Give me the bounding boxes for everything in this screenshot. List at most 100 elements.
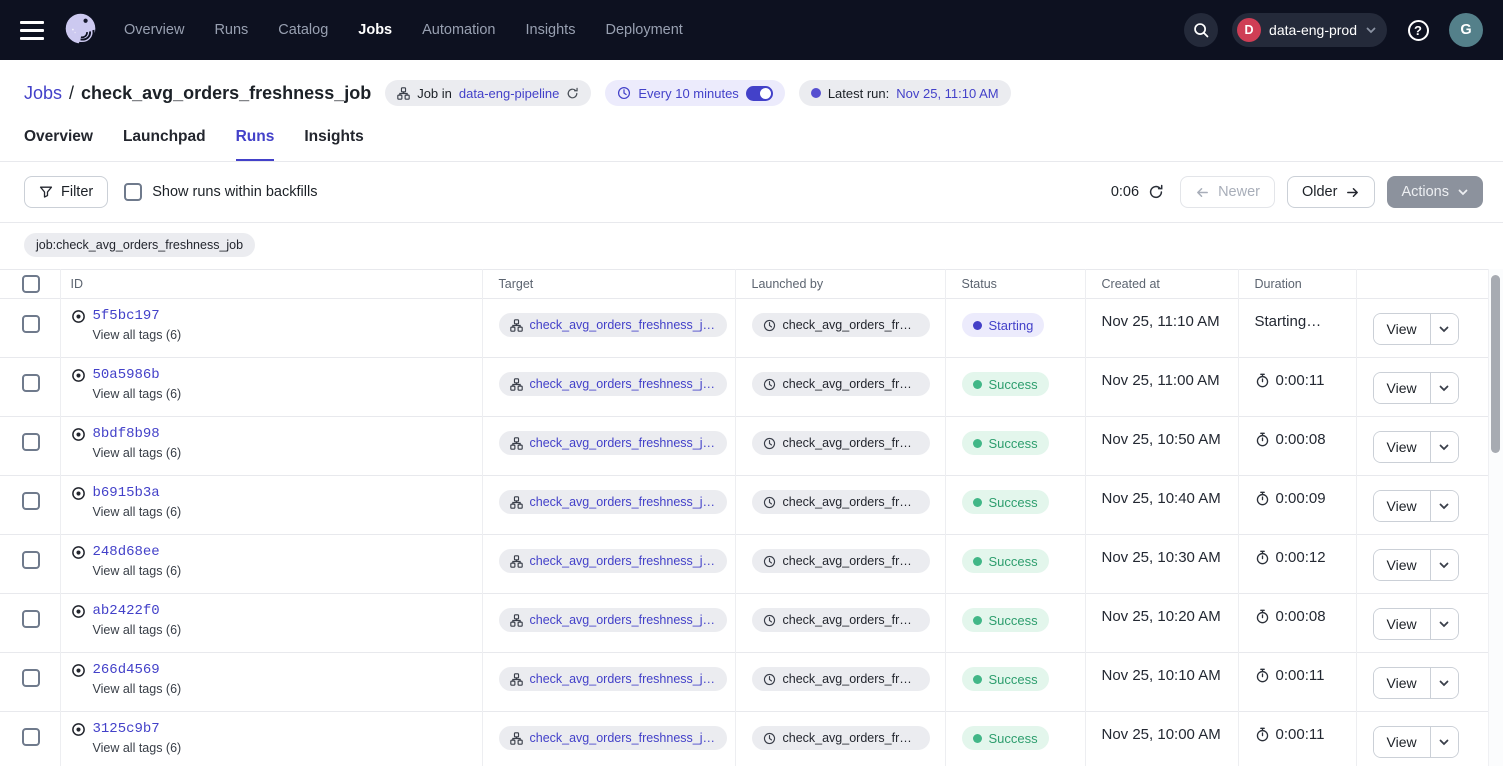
target-job-link[interactable]: check_avg_orders_freshness_job: [530, 436, 716, 450]
row-checkbox[interactable]: [22, 433, 40, 451]
view-run-button[interactable]: View: [1374, 609, 1430, 639]
runs-table-container: ID Target Launched by Status Created at …: [0, 269, 1503, 766]
column-header-duration: Duration: [1238, 270, 1356, 299]
run-id-link[interactable]: 8bdf8b98: [93, 426, 160, 442]
view-all-tags-link[interactable]: View all tags (6): [93, 446, 182, 460]
actions-button[interactable]: Actions: [1387, 176, 1483, 208]
target-job-link[interactable]: check_avg_orders_freshness_job: [530, 554, 716, 568]
view-run-button[interactable]: View: [1374, 727, 1430, 757]
view-dropdown-button[interactable]: [1430, 668, 1458, 698]
nav-item-automation[interactable]: Automation: [422, 22, 495, 38]
dagster-logo-icon[interactable]: [60, 9, 102, 51]
launched-by-pill[interactable]: check_avg_orders_freshn…: [752, 431, 930, 455]
view-run-button[interactable]: View: [1374, 668, 1430, 698]
row-checkbox[interactable]: [22, 728, 40, 746]
newer-button[interactable]: Newer: [1180, 176, 1275, 208]
view-run-button[interactable]: View: [1374, 373, 1430, 403]
target-job-link[interactable]: check_avg_orders_freshness_job: [530, 495, 716, 509]
filter-button[interactable]: Filter: [24, 176, 108, 208]
breadcrumb-jobs-link[interactable]: Jobs: [24, 83, 62, 104]
launched-by-pill[interactable]: check_avg_orders_freshn…: [752, 313, 930, 337]
status-badge: Success: [962, 490, 1049, 514]
view-run-button[interactable]: View: [1374, 314, 1430, 344]
view-dropdown-button[interactable]: [1430, 373, 1458, 403]
target-job-link[interactable]: check_avg_orders_freshness_job: [530, 318, 716, 332]
launched-by-pill[interactable]: check_avg_orders_freshn…: [752, 726, 930, 750]
view-run-button[interactable]: View: [1374, 491, 1430, 521]
view-all-tags-link[interactable]: View all tags (6): [93, 741, 182, 755]
nav-item-overview[interactable]: Overview: [124, 22, 184, 38]
help-button[interactable]: ?: [1401, 13, 1435, 47]
select-all-checkbox[interactable]: [22, 275, 40, 293]
run-id-link[interactable]: 50a5986b: [93, 367, 160, 383]
row-checkbox[interactable]: [22, 492, 40, 510]
nav-item-deployment[interactable]: Deployment: [605, 22, 682, 38]
view-dropdown-button[interactable]: [1430, 491, 1458, 521]
view-all-tags-link[interactable]: View all tags (6): [93, 564, 182, 578]
run-target-icon: [71, 486, 86, 501]
run-id-link[interactable]: 3125c9b7: [93, 721, 160, 737]
column-header-created-at: Created at: [1085, 270, 1238, 299]
launched-by-pill[interactable]: check_avg_orders_freshn…: [752, 667, 930, 691]
latest-run-link[interactable]: Nov 25, 11:10 AM: [896, 86, 998, 101]
view-run-button[interactable]: View: [1374, 550, 1430, 580]
view-all-tags-link[interactable]: View all tags (6): [93, 505, 182, 519]
view-dropdown-button[interactable]: [1430, 609, 1458, 639]
view-run-button[interactable]: View: [1374, 432, 1430, 462]
user-avatar[interactable]: G: [1449, 13, 1483, 47]
run-id-link[interactable]: 266d4569: [93, 662, 160, 678]
launched-by-pill[interactable]: check_avg_orders_freshn…: [752, 608, 930, 632]
created-at-value: Nov 25, 10:10 AM: [1102, 667, 1221, 684]
tab-insights[interactable]: Insights: [304, 128, 363, 161]
view-all-tags-link[interactable]: View all tags (6): [93, 682, 182, 696]
launched-by-pill[interactable]: check_avg_orders_freshn…: [752, 372, 930, 396]
refresh-countdown: 0:06: [1111, 184, 1164, 200]
view-dropdown-button[interactable]: [1430, 432, 1458, 462]
launched-by-pill[interactable]: check_avg_orders_freshn…: [752, 549, 930, 573]
job-filter-tag[interactable]: job:check_avg_orders_freshness_job: [24, 233, 255, 257]
target-job-link[interactable]: check_avg_orders_freshness_job: [530, 613, 716, 627]
run-id-link[interactable]: ab2422f0: [93, 603, 160, 619]
nav-item-insights[interactable]: Insights: [525, 22, 575, 38]
vertical-scrollbar[interactable]: [1488, 269, 1503, 766]
refresh-icon[interactable]: [1148, 184, 1164, 200]
created-at-value: Nov 25, 10:20 AM: [1102, 608, 1221, 625]
row-checkbox[interactable]: [22, 551, 40, 569]
search-button[interactable]: [1184, 13, 1218, 47]
menu-hamburger-icon[interactable]: [20, 21, 44, 40]
older-button[interactable]: Older: [1287, 176, 1375, 208]
view-all-tags-link[interactable]: View all tags (6): [93, 387, 182, 401]
nav-item-catalog[interactable]: Catalog: [278, 22, 328, 38]
target-job-link[interactable]: check_avg_orders_freshness_job: [530, 731, 716, 745]
tab-launchpad[interactable]: Launchpad: [123, 128, 206, 161]
target-job-link[interactable]: check_avg_orders_freshness_job: [530, 377, 716, 391]
target-job-link[interactable]: check_avg_orders_freshness_job: [530, 672, 716, 686]
run-id-link[interactable]: 248d68ee: [93, 544, 160, 560]
view-dropdown-button[interactable]: [1430, 314, 1458, 344]
target-pill: check_avg_orders_freshness_job: [499, 667, 727, 691]
status-badge: Starting: [962, 313, 1045, 337]
view-all-tags-link[interactable]: View all tags (6): [93, 623, 182, 637]
reload-icon[interactable]: [566, 87, 579, 100]
workspace-switcher[interactable]: D data-eng-prod: [1232, 13, 1387, 47]
scrollbar-thumb[interactable]: [1491, 275, 1500, 453]
run-id-link[interactable]: b6915b3a: [93, 485, 160, 501]
schedule-toggle[interactable]: [746, 86, 773, 101]
row-checkbox[interactable]: [22, 374, 40, 392]
status-badge: Success: [962, 372, 1049, 396]
latest-run-badge: Latest run: Nov 25, 11:10 AM: [799, 80, 1011, 106]
pipeline-link[interactable]: data-eng-pipeline: [459, 86, 559, 101]
nav-item-jobs[interactable]: Jobs: [358, 22, 392, 38]
row-checkbox[interactable]: [22, 610, 40, 628]
backfills-checkbox[interactable]: [124, 183, 142, 201]
view-dropdown-button[interactable]: [1430, 727, 1458, 757]
run-id-link[interactable]: 5f5bc197: [93, 308, 160, 324]
row-checkbox[interactable]: [22, 315, 40, 333]
nav-item-runs[interactable]: Runs: [214, 22, 248, 38]
view-dropdown-button[interactable]: [1430, 550, 1458, 580]
tab-runs[interactable]: Runs: [236, 128, 275, 161]
row-checkbox[interactable]: [22, 669, 40, 687]
launched-by-pill[interactable]: check_avg_orders_freshn…: [752, 490, 930, 514]
tab-overview[interactable]: Overview: [24, 128, 93, 161]
view-all-tags-link[interactable]: View all tags (6): [93, 328, 182, 342]
